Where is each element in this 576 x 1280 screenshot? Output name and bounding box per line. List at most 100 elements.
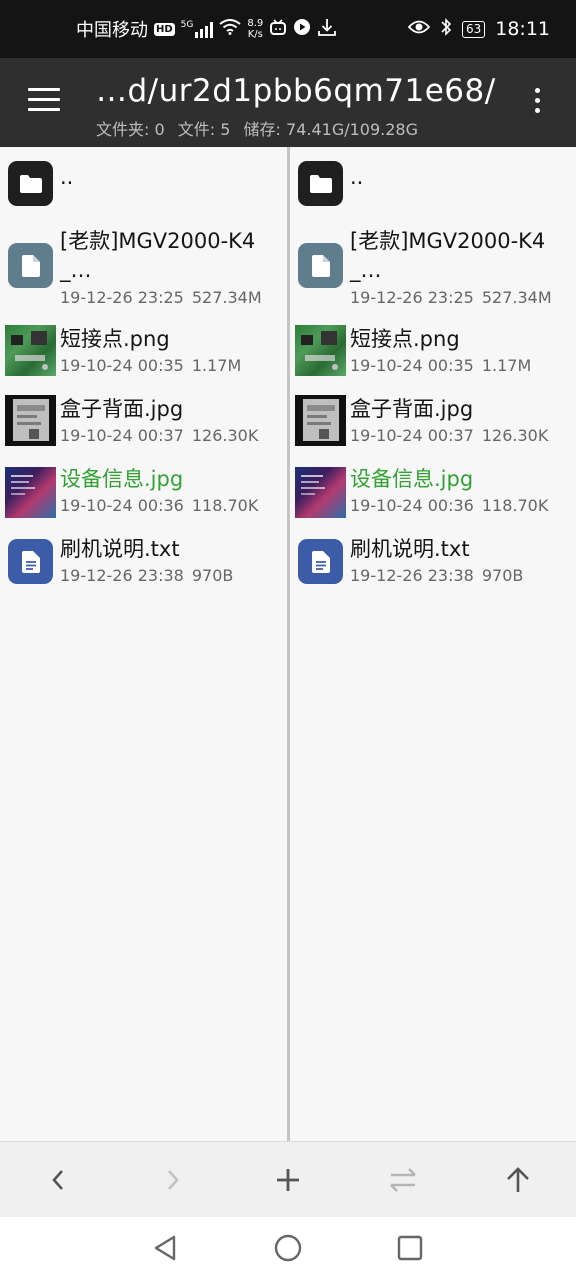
file-date: 19-10-24 00:35 (350, 356, 474, 375)
parent-directory-label: .. (350, 165, 364, 189)
signal-icon: 5G (181, 20, 214, 38)
folder-icon (298, 161, 343, 206)
file-meta: 19-12-26 23:25 527.34M (350, 288, 552, 307)
download-icon (317, 17, 337, 42)
back-triangle-icon[interactable] (148, 1231, 182, 1265)
file-name: 盒子背面.jpg (60, 397, 184, 421)
file-size: 527.34M (191, 288, 262, 307)
parent-directory-label: .. (60, 165, 74, 189)
system-nav-bar (0, 1217, 576, 1280)
swap-icon[interactable] (385, 1162, 421, 1198)
file-row-selected[interactable]: 设备信息.jpg 19-10-24 00:36 118.70K (0, 465, 287, 521)
carrier-label: 中国移动 (76, 20, 148, 41)
file-row[interactable]: 短接点.png 19-10-24 00:35 1.17M (290, 325, 576, 381)
current-path-title: …d/ur2d1pbb6qm71e68/ (96, 73, 496, 109)
device-info-thumbnail (295, 467, 346, 518)
file-row[interactable]: 刷机说明.txt 19-12-26 23:38 970B (0, 535, 287, 591)
file-meta: 19-10-24 00:35 1.17M (350, 356, 531, 375)
device-info-thumbnail (5, 467, 56, 518)
file-row[interactable]: 短接点.png 19-10-24 00:35 1.17M (0, 325, 287, 381)
status-right: 63 18:11 (407, 0, 550, 58)
file-meta: 19-12-26 23:25 527.34M (60, 288, 262, 307)
right-file-pane: .. [老款]MGV2000-K4_… 19-12-26 23:25 527.34… (290, 147, 576, 1141)
file-date: 19-10-24 00:36 (350, 496, 474, 515)
file-row[interactable]: 盒子背面.jpg 19-10-24 00:37 126.30K (0, 395, 287, 451)
up-icon[interactable] (500, 1162, 536, 1198)
file-row[interactable]: 盒子背面.jpg 19-10-24 00:37 126.30K (290, 395, 576, 451)
file-size: 970B (191, 566, 234, 585)
battery-indicator: 63 (461, 20, 486, 38)
parent-directory-row[interactable]: .. (0, 155, 287, 215)
text-file-icon (298, 539, 343, 584)
more-options-icon[interactable] (530, 88, 544, 118)
file-size: 1.17M (481, 356, 532, 375)
clock: 18:11 (495, 18, 550, 40)
file-meta: 19-10-24 00:35 1.17M (60, 356, 241, 375)
recents-square-icon[interactable] (393, 1231, 427, 1265)
storage-usage: 储存: 74.41G/109.28G (243, 120, 418, 139)
file-meta: 19-10-24 00:36 118.70K (60, 496, 258, 515)
file-size: 970B (481, 566, 524, 585)
file-date: 19-12-26 23:25 (60, 288, 184, 307)
file-size: 126.30K (191, 426, 259, 445)
file-name: 短接点.png (350, 327, 460, 351)
file-meta: 19-10-24 00:37 126.30K (350, 426, 548, 445)
play-icon (293, 18, 311, 41)
circuit-board-thumbnail (5, 325, 56, 376)
folder-count: 文件夹: 0 (96, 120, 165, 139)
add-icon[interactable] (270, 1162, 306, 1198)
status-bar: 中国移动 HD 5G 8.9 K/s 63 18:11 (0, 0, 576, 58)
file-meta: 19-12-26 23:38 970B (350, 566, 523, 585)
hd-badge: HD (154, 22, 175, 36)
parent-directory-row[interactable]: .. (290, 155, 576, 215)
file-name: 刷机说明.txt (350, 537, 470, 561)
back-icon[interactable] (40, 1162, 76, 1198)
file-size: 118.70K (481, 496, 549, 515)
file-row-selected[interactable]: 设备信息.jpg 19-10-24 00:36 118.70K (290, 465, 576, 521)
file-size: 1.17M (191, 356, 242, 375)
file-date: 19-12-26 23:38 (60, 566, 184, 585)
file-row[interactable]: [老款]MGV2000-K4_… 19-12-26 23:25 527.34M (0, 227, 287, 309)
file-date: 19-10-24 00:37 (60, 426, 184, 445)
home-circle-icon[interactable] (271, 1231, 305, 1265)
file-meta: 19-10-24 00:36 118.70K (350, 496, 548, 515)
file-icon (8, 243, 53, 288)
file-icon (298, 243, 343, 288)
speed-unit: K/s (247, 29, 263, 40)
app-bar: …d/ur2d1pbb6qm71e68/ 文件夹: 0 文件: 5 储存: 74… (0, 58, 576, 147)
box-back-thumbnail (5, 395, 56, 446)
file-meta: 19-10-24 00:37 126.30K (60, 426, 258, 445)
file-size: 118.70K (191, 496, 259, 515)
bluetooth-icon (440, 17, 452, 42)
forward-icon[interactable] (155, 1162, 191, 1198)
file-name: [老款]MGV2000-K4_… (60, 229, 256, 282)
bottom-toolbar (0, 1141, 576, 1218)
menu-icon[interactable] (28, 88, 62, 114)
network-speed: 8.9 K/s (247, 18, 263, 40)
eye-icon (407, 19, 431, 40)
wifi-icon (219, 18, 241, 40)
speed-value: 8.9 (247, 18, 264, 29)
file-size: 126.30K (481, 426, 549, 445)
directory-summary: 文件夹: 0 文件: 5 储存: 74.41G/109.28G (96, 116, 426, 140)
file-name: 设备信息.jpg (350, 467, 474, 491)
circuit-board-thumbnail (295, 325, 346, 376)
status-left: 中国移动 HD 5G 8.9 K/s (76, 0, 337, 58)
file-name: 短接点.png (60, 327, 170, 351)
file-row[interactable]: [老款]MGV2000-K4_… 19-12-26 23:25 527.34M (290, 227, 576, 309)
folder-icon (8, 161, 53, 206)
tv-app-icon (269, 18, 287, 40)
file-size: 527.34M (481, 288, 552, 307)
file-date: 19-10-24 00:36 (60, 496, 184, 515)
left-file-pane: .. [老款]MGV2000-K4_… 19-12-26 23:25 527.34… (0, 147, 287, 1141)
file-name: 盒子背面.jpg (350, 397, 474, 421)
file-date: 19-12-26 23:25 (350, 288, 474, 307)
file-name: 设备信息.jpg (60, 467, 184, 491)
file-date: 19-10-24 00:37 (350, 426, 474, 445)
file-row[interactable]: 刷机说明.txt 19-12-26 23:38 970B (290, 535, 576, 591)
network-type-label: 5G (180, 20, 194, 30)
file-name: 刷机说明.txt (60, 537, 180, 561)
text-file-icon (8, 539, 53, 584)
file-meta: 19-12-26 23:38 970B (60, 566, 233, 585)
file-date: 19-10-24 00:35 (60, 356, 184, 375)
